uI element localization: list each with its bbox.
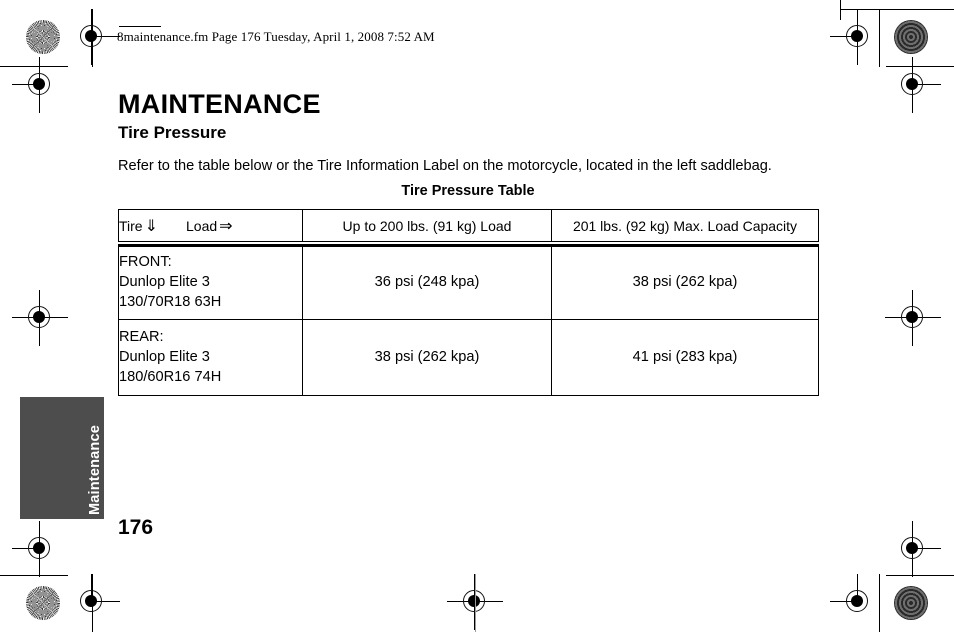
header-cell-tire-load: Tire ⇓ Load ⇒ [118, 209, 303, 244]
down-arrow-icon: ⇓ [144, 217, 158, 235]
chapter-side-tab-label: Maintenance [86, 424, 103, 515]
crop-line-top-edge-right-vertical [840, 0, 841, 20]
table-row: FRONT: Dunlop Elite 3 130/70R18 63H 36 p… [118, 241, 819, 320]
registration-crosshair-lower-right [885, 521, 941, 577]
table-header: Tire ⇓ Load ⇒ Up to 200 lbs. (91 kg) Load 2… [118, 209, 819, 244]
registration-moire-top-left [26, 20, 60, 54]
running-header: 8maintenance.fm Page 176 Tuesday, April … [117, 29, 435, 44]
cell-front-pressure-standard: 36 psi (248 kpa) [302, 241, 552, 320]
crop-line-top-left-horizontal [0, 66, 68, 67]
section-title: Tire Pressure [118, 123, 227, 143]
cell-rear-tire: REAR: Dunlop Elite 3 180/60R16 74H [118, 318, 303, 396]
registration-crosshair-top-right [830, 9, 886, 65]
registration-crosshair-mid-left [12, 290, 68, 346]
crop-line-top-edge-right [840, 9, 954, 10]
right-arrow-icon: ⇒ [219, 217, 233, 235]
front-position-label: FRONT: [119, 253, 172, 270]
table-header-row: Tire ⇓ Load ⇒ Up to 200 lbs. (91 kg) Load 2… [118, 209, 819, 244]
crop-line-left-vertical-bottom [92, 574, 93, 632]
page-number: 176 [118, 516, 154, 539]
tire-pressure-table: Tire ⇓ Load ⇒ Up to 200 lbs. (91 kg) Load 2… [118, 209, 819, 396]
body-paragraph: Refer to the table below or the Tire Inf… [118, 157, 772, 174]
document-page: 8maintenance.fm Page 176 Tuesday, April … [0, 0, 954, 636]
registration-moire-bottom-left [26, 586, 60, 620]
cell-rear-pressure-max: 41 psi (283 kpa) [551, 318, 819, 396]
chapter-side-tab: Maintenance [20, 397, 104, 519]
header-load-label: Load [186, 217, 218, 234]
front-tire-size: 130/70R18 63H [119, 293, 222, 310]
cell-front-pressure-max: 38 psi (262 kpa) [551, 241, 819, 320]
rear-tire-brand: Dunlop Elite 3 [119, 349, 210, 365]
crop-line-right-vertical [879, 9, 880, 67]
header-cell-max-load: 201 lbs. (92 kg) Max. Load Capacity [551, 209, 819, 244]
rear-position-label: REAR: [119, 329, 164, 345]
page-title: MAINTENANCE [118, 89, 321, 120]
table-body: FRONT: Dunlop Elite 3 130/70R18 63H 36 p… [118, 241, 819, 396]
registration-crosshair-lower-left [12, 521, 68, 577]
crop-line-center-bottom [475, 574, 476, 632]
table-caption: Tire Pressure Table [401, 183, 535, 199]
registration-crosshair-mid-right [885, 290, 941, 346]
table-row: REAR: Dunlop Elite 3 180/60R16 74H 38 ps… [118, 318, 819, 396]
header-rule [119, 26, 161, 27]
crop-line-top-right-horizontal [886, 66, 954, 67]
cell-front-tire: FRONT: Dunlop Elite 3 130/70R18 63H [118, 241, 303, 320]
registration-moire-top-right [894, 20, 928, 54]
crop-line-right-vertical-bottom [879, 574, 880, 632]
front-tire-brand: Dunlop Elite 3 [119, 273, 210, 290]
header-tire-label: Tire [119, 217, 143, 234]
rear-tire-size: 180/60R16 74H [119, 369, 222, 385]
registration-moire-bottom-right [894, 586, 928, 620]
cell-rear-pressure-standard: 38 psi (262 kpa) [302, 318, 552, 396]
crop-line-bottom-left-horizontal [0, 575, 68, 576]
crop-line-bottom-right-horizontal [886, 575, 954, 576]
registration-crosshair-bottom-right [830, 574, 886, 630]
header-cell-standard-load: Up to 200 lbs. (91 kg) Load [302, 209, 552, 244]
crop-line-left-vertical [92, 9, 93, 67]
